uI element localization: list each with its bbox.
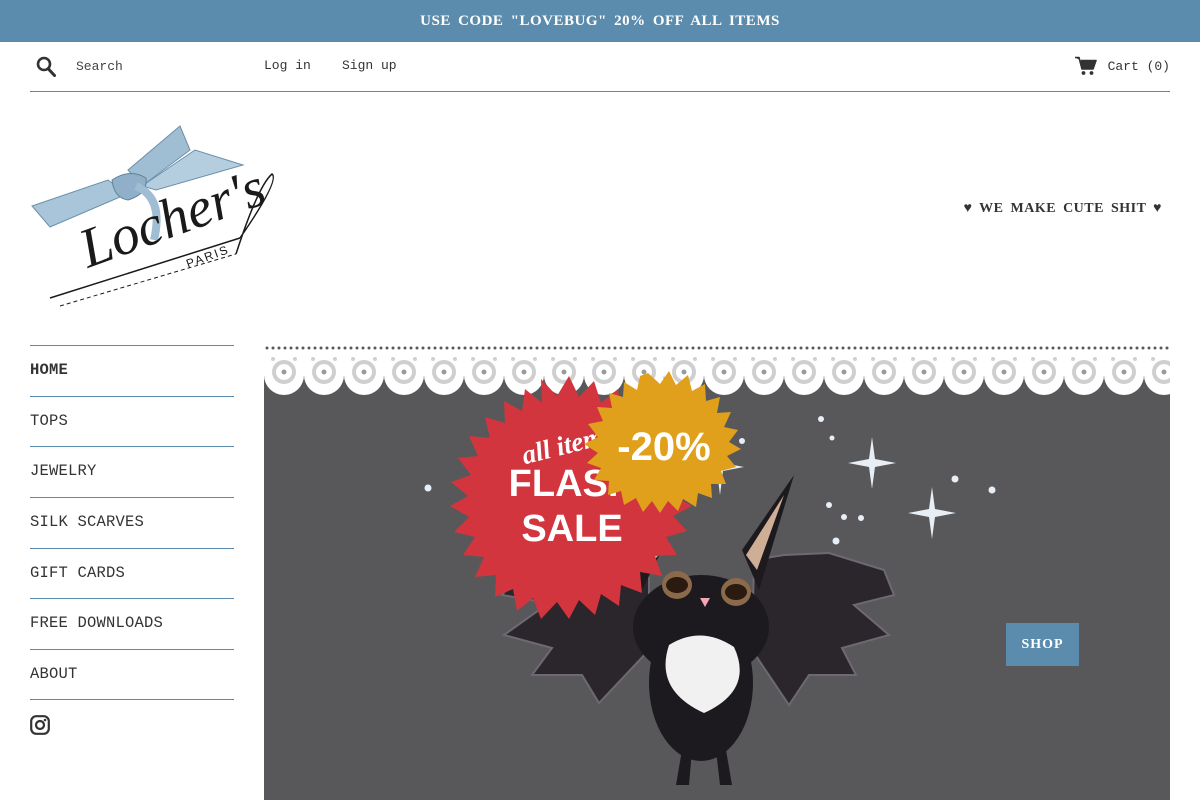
nav-item-free-downloads[interactable]: FREE DOWNLOADS [30, 598, 234, 649]
search-input[interactable] [76, 54, 246, 78]
hero-banner: all items FLASH SALE -20% SHOP [264, 345, 1170, 800]
nav-item-gift-cards[interactable]: GIFT CARDS [30, 547, 234, 599]
logo-sub: PARIS [184, 242, 231, 271]
login-link[interactable]: Log in [264, 58, 311, 73]
cart-icon [1074, 56, 1097, 75]
badge-sale: SALE [521, 508, 622, 550]
brand-logo[interactable]: Locher's PARIS [30, 120, 280, 315]
nav-item-silk-scarves[interactable]: SILK SCARVES [30, 497, 234, 548]
cart-label: Cart (0) [1107, 58, 1170, 74]
nav-item-tops[interactable]: TOPS [30, 395, 234, 447]
announcement-text: USE CODE "LOVEBUG" 20% OFF ALL ITEMS [420, 12, 780, 29]
hero-image: all items FLASH SALE -20% [264, 345, 1170, 800]
instagram-icon[interactable] [30, 715, 50, 735]
tagline: ♥ WE MAKE CUTE SHIT ♥ [963, 201, 1162, 216]
sidebar-nav: HOME TOPS JEWELRY SILK SCARVES GIFT CARD… [30, 345, 234, 700]
discount-text: -20% [617, 425, 710, 469]
signup-link[interactable]: Sign up [342, 58, 397, 73]
nav-item-about[interactable]: ABOUT [30, 649, 234, 700]
cart-link[interactable]: Cart (0) [1074, 56, 1170, 76]
announcement-bar: USE CODE "LOVEBUG" 20% OFF ALL ITEMS [0, 0, 1200, 42]
lace-trim [264, 351, 1170, 395]
top-bar: Log in Sign up Cart (0) [30, 42, 1170, 92]
shop-button[interactable]: SHOP [1006, 623, 1079, 666]
search-icon[interactable] [36, 56, 56, 78]
nav-item-jewelry[interactable]: JEWELRY [30, 446, 234, 497]
nav-item-home[interactable]: HOME [30, 345, 234, 396]
